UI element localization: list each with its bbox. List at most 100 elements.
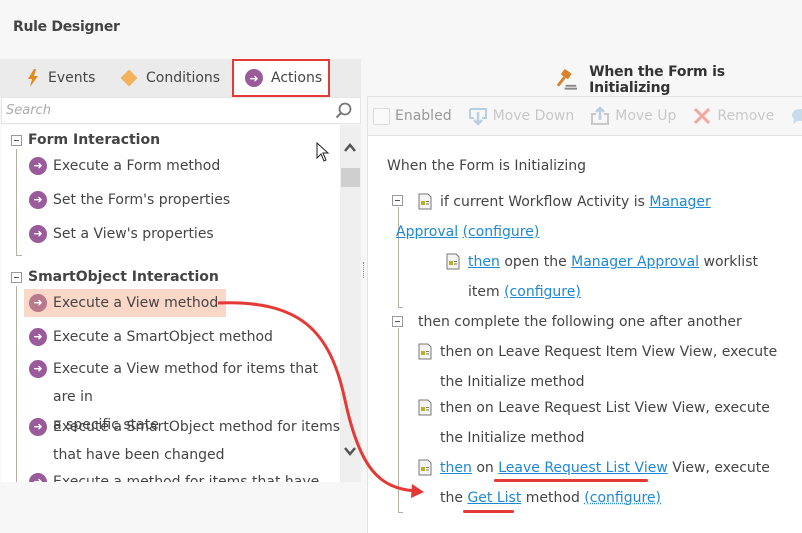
search-box (1, 97, 361, 124)
checkbox[interactable] (373, 107, 390, 125)
condition-row[interactable]: if current Workflow Activity is Manager … (396, 187, 711, 247)
remove-label: Remove (717, 108, 775, 124)
toolbox-tabs: Events Conditions ➜ Actions (0, 59, 361, 97)
rule-canvas: When the Form is Initializing if current… (367, 136, 802, 533)
arrow-circle-icon: ➜ (29, 328, 47, 346)
tab-events[interactable]: Events (26, 59, 95, 97)
action-text: the (440, 490, 463, 506)
page-title: Rule Designer (13, 19, 120, 35)
enabled-label: Enabled (395, 108, 452, 124)
action-text: method (525, 490, 580, 506)
sequence-label: then complete the following one after an… (418, 314, 742, 330)
collapse-icon[interactable] (11, 271, 22, 283)
item-label: Set a View's properties (53, 226, 214, 242)
then-link[interactable]: then (440, 460, 472, 476)
tree-scrollbar[interactable] (340, 125, 361, 482)
chevron-up-icon[interactable] (343, 141, 357, 155)
tab-label: Actions (271, 70, 323, 86)
item-label: Execute a method for items that have bee… (53, 474, 320, 482)
list-item[interactable]: ➜ Execute a Form method (29, 152, 220, 180)
tree-group-form-interaction[interactable]: Form Interaction (11, 132, 160, 148)
workflow-activity-link[interactable]: Manager (649, 194, 710, 210)
condition-action-row[interactable]: then open the Manager Approval worklist … (446, 247, 758, 307)
item-label: Execute a SmartObject method for items th… (53, 413, 340, 469)
arrow-circle-icon: ➜ (29, 294, 47, 312)
search-input[interactable] (2, 98, 334, 123)
item-label: Set the Form's properties (53, 192, 231, 208)
move-down-icon (468, 108, 487, 126)
move-down-label: Move Down (492, 108, 575, 124)
action-text: then on Leave Request List View View, ex… (440, 400, 770, 416)
action-text: then on Leave Request Item View View, ex… (440, 344, 778, 360)
item-label-line: Execute a View method for items that are… (53, 361, 319, 405)
list-item[interactable]: ➜ Set the Form's properties (29, 186, 230, 214)
comment-button[interactable]: C (790, 106, 802, 126)
gavel-icon (556, 69, 578, 90)
item-label-line: Execute a SmartObject method for items (53, 419, 340, 435)
collapse-icon[interactable] (11, 134, 22, 146)
list-item[interactable]: ➜ Set a View's properties (29, 220, 214, 248)
arrow-circle-icon: ➜ (245, 69, 263, 87)
arrow-circle-icon: ➜ (29, 157, 47, 175)
search-icon[interactable] (334, 101, 354, 121)
tab-label: Conditions (146, 70, 221, 86)
tree-connector (398, 328, 399, 512)
tab-conditions[interactable]: Conditions (120, 59, 221, 97)
condition-text: if current Workflow Activity is (440, 194, 645, 210)
panel-splitter[interactable] (363, 262, 365, 278)
tree-connector (398, 512, 403, 513)
move-up-button[interactable]: Move Up (590, 106, 676, 126)
list-item-selected[interactable]: ➜ Execute a View method (24, 289, 227, 317)
collapse-icon[interactable] (392, 316, 403, 327)
event-text: When the Form is Initializing (387, 158, 587, 174)
action-text: worklist (703, 254, 758, 270)
move-up-label: Move Up (615, 108, 677, 124)
lightning-bolt-icon (28, 69, 38, 87)
configure-link[interactable]: (configure) (584, 490, 661, 506)
rule-item-icon (418, 193, 432, 210)
action-row[interactable]: then on Leave Request List View View, ex… (418, 393, 770, 453)
item-label: Execute a View method (53, 295, 219, 311)
move-down-button[interactable]: Move Down (468, 106, 575, 126)
group-label: SmartObject Interaction (28, 269, 219, 285)
list-item[interactable]: ➜ Execute a method for items that have b… (29, 468, 340, 482)
tree-connector (16, 149, 17, 255)
rule-item-icon (418, 399, 432, 416)
configure-link[interactable]: (configure) (463, 224, 540, 240)
rule-item-icon (418, 459, 432, 476)
group-label: Form Interaction (28, 132, 161, 148)
item-label: Execute a Form method (53, 158, 221, 174)
rule-item-icon (446, 253, 460, 270)
item-label-line: that have been changed (53, 447, 225, 463)
mouse-cursor-icon (316, 142, 330, 162)
view-link[interactable]: Leave Request List View (498, 460, 668, 476)
action-row-new[interactable]: then on Leave Request List View View, ex… (418, 453, 770, 513)
worklist-link[interactable]: Manager Approval (571, 254, 699, 270)
tree-group-smartobject-interaction[interactable]: SmartObject Interaction (11, 269, 219, 285)
tab-label: Events (48, 70, 96, 86)
tab-actions[interactable]: ➜ Actions (232, 59, 330, 97)
list-item[interactable]: ➜ Execute a SmartObject method (29, 323, 273, 351)
configure-link[interactable]: (configure) (504, 284, 581, 300)
remove-button[interactable]: Remove (692, 106, 774, 126)
action-row[interactable]: then on Leave Request Item View View, ex… (418, 337, 777, 397)
method-link[interactable]: Get List (467, 490, 521, 506)
tree-connector (398, 307, 403, 308)
arrow-circle-icon: ➜ (29, 473, 47, 482)
collapse-icon[interactable] (392, 195, 403, 206)
enabled-checkbox[interactable]: Enabled (373, 107, 452, 125)
list-item[interactable]: ➜ Execute a SmartObject method for items… (29, 413, 340, 469)
chevron-down-icon[interactable] (343, 444, 357, 458)
tree-connector (398, 207, 399, 307)
action-text: item (468, 284, 500, 300)
annotation-underline (494, 479, 648, 482)
workflow-activity-link[interactable]: Approval (396, 224, 458, 240)
move-up-icon (591, 106, 610, 125)
rule-header: When the Form is Initializing (556, 64, 802, 96)
action-text: View, execute (672, 460, 770, 476)
annotation-underline (463, 510, 514, 513)
close-icon (694, 107, 711, 125)
scrollbar-thumb[interactable] (341, 168, 360, 187)
rule-toolbar: Enabled Move Down Move Up Remove C (367, 96, 802, 136)
then-link[interactable]: then (468, 254, 500, 270)
